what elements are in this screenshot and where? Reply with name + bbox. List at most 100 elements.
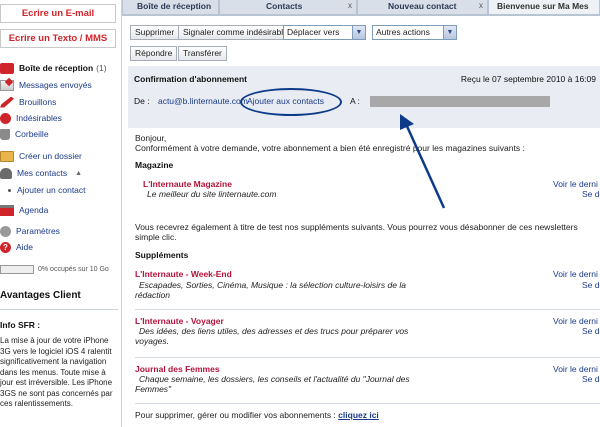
sidebar-item-label: Brouillons xyxy=(19,97,57,107)
quota-bar xyxy=(0,264,34,274)
select-value: Déplacer vers xyxy=(287,27,340,37)
redacted-recipient xyxy=(370,96,550,107)
message-toolbar: Supprimer Signaler comme indésirable Dép… xyxy=(122,16,600,44)
sidebar-item-label: Indésirables xyxy=(16,113,62,123)
sidebar-item-inbox[interactable]: Boîte de réception (1) xyxy=(0,61,120,75)
magazine-desc: Le meilleur du site linternaute.com xyxy=(147,189,277,199)
folder-icon xyxy=(0,150,14,162)
tab-label: Contacts xyxy=(266,1,303,11)
forward-button[interactable]: Transférer xyxy=(178,46,227,61)
sidebar-item-label: Créer un dossier xyxy=(19,151,82,161)
sidebar-item-label: Ajouter un contact xyxy=(17,185,86,195)
manage-text: Pour supprimer, gérer ou modifier vos ab… xyxy=(135,410,336,420)
advantages-title: Avantages Client xyxy=(0,290,81,301)
select-value: Autres actions xyxy=(376,27,430,37)
trash-icon xyxy=(0,128,10,140)
supplement-desc: voyages. xyxy=(135,336,170,346)
sidebar-item-sent[interactable]: Messages envoyés xyxy=(0,78,120,92)
sidebar-item-label: Aide xyxy=(16,242,34,252)
supplement-link[interactable]: L'Internaute - Voyager xyxy=(135,316,224,326)
unread-count: (1) xyxy=(96,63,107,73)
from-row: De : actu@b.linternaute.com xyxy=(134,96,248,106)
tab-welcome[interactable]: Bienvenue sur Ma Mes xyxy=(488,0,600,15)
from-address[interactable]: actu@b.linternaute.com xyxy=(158,96,248,106)
tab-label: Bienvenue sur Ma Mes xyxy=(497,1,589,11)
unsubscribe-link[interactable]: Se dé xyxy=(582,189,600,199)
message-subject: Confirmation d'abonnement xyxy=(134,74,247,84)
sent-icon xyxy=(0,79,14,91)
divider xyxy=(135,357,600,358)
unsubscribe-link[interactable]: Se dé xyxy=(582,280,600,290)
write-sms-button[interactable]: Ecrire un Texto / MMS xyxy=(0,29,116,48)
tab-bar: Boîte de réception Contacts x Nouveau co… xyxy=(122,0,600,16)
write-email-button[interactable]: Ecrire un E-mail xyxy=(0,4,116,23)
greeting: Bonjour, xyxy=(135,133,167,143)
sidebar-item-help[interactable]: ? Aide xyxy=(0,240,120,254)
help-icon: ? xyxy=(0,241,11,253)
test-text-line1: Vous recevrez également à titre de test … xyxy=(135,222,578,232)
from-label: De : xyxy=(134,96,150,106)
sidebar-item-agenda[interactable]: Agenda xyxy=(0,203,120,217)
supplement-desc: Chaque semaine, les dossiers, les consei… xyxy=(139,374,410,384)
reply-toolbar: Répondre Transférer xyxy=(122,44,600,62)
tab-new-contact[interactable]: Nouveau contact x xyxy=(357,0,488,15)
sidebar-item-contacts[interactable]: Mes contacts ▲ xyxy=(0,166,120,180)
contacts-icon xyxy=(0,167,12,179)
view-last-link[interactable]: Voir le derni xyxy=(553,269,598,279)
divider xyxy=(135,403,600,404)
tab-inbox[interactable]: Boîte de réception xyxy=(122,0,219,15)
agenda-icon xyxy=(0,204,14,216)
info-title: Info SFR : xyxy=(0,320,41,330)
chevron-up-icon[interactable]: ▲ xyxy=(75,170,82,177)
sidebar-item-drafts[interactable]: Brouillons xyxy=(0,95,120,109)
manage-link[interactable]: cliquez ici xyxy=(338,410,379,420)
divider xyxy=(0,309,118,310)
magazine-section-title: Magazine xyxy=(135,160,174,170)
supplement-desc: rédaction xyxy=(135,290,170,300)
supplement-link[interactable]: L'Internaute - Week-End xyxy=(135,269,232,279)
message-view: Supprimer Signaler comme indésirable Dép… xyxy=(122,16,600,427)
arrow-shaft xyxy=(404,123,446,209)
supplements-section-title: Suppléments xyxy=(135,250,189,260)
bullet-icon xyxy=(8,188,11,192)
tab-label: Nouveau contact xyxy=(388,1,457,11)
spam-icon xyxy=(0,112,11,124)
tab-contacts[interactable]: Contacts x xyxy=(219,0,357,15)
close-icon[interactable]: x xyxy=(348,0,352,12)
unsubscribe-link[interactable]: Se dé xyxy=(582,374,600,384)
supplement-desc: Femmes" xyxy=(135,384,172,394)
magazine-link[interactable]: L'Internaute Magazine xyxy=(143,179,232,189)
report-spam-button[interactable]: Signaler comme indésirable xyxy=(178,25,293,40)
drafts-icon xyxy=(0,96,14,108)
supplement-link[interactable]: Journal des Femmes xyxy=(135,364,220,374)
supplement-desc: Escapades, Sorties, Cinéma, Musique : la… xyxy=(139,280,406,290)
info-text: La mise à jour de votre iPhone 3G vers l… xyxy=(0,336,113,408)
sidebar-item-label: Messages envoyés xyxy=(19,80,92,90)
tab-label: Boîte de réception xyxy=(137,1,212,11)
sidebar-item-create-folder[interactable]: Créer un dossier xyxy=(0,149,120,163)
sidebar-item-settings[interactable]: Paramètres xyxy=(0,224,120,238)
sidebar-item-trash[interactable]: Corbeille xyxy=(0,127,120,141)
close-icon[interactable]: x xyxy=(479,0,483,12)
message-body: Bonjour, Conformément à votre demande, v… xyxy=(135,128,600,427)
inbox-icon xyxy=(0,62,14,74)
supplement-desc: Des idées, des liens utiles, des adresse… xyxy=(139,326,409,336)
view-last-link[interactable]: Voir le derni xyxy=(553,179,598,189)
unsubscribe-link[interactable]: Se dé xyxy=(582,326,600,336)
storage-quota: 0% occupés sur 10 Go xyxy=(0,262,118,276)
sidebar-item-label: Agenda xyxy=(19,205,49,215)
sidebar-item-spam[interactable]: Indésirables xyxy=(0,111,120,125)
sidebar-item-add-contact[interactable]: Ajouter un contact xyxy=(8,183,128,197)
divider xyxy=(135,309,600,310)
manage-subscriptions: Pour supprimer, gérer ou modifier vos ab… xyxy=(135,410,379,420)
move-to-select[interactable]: Déplacer vers ▼ xyxy=(283,25,366,40)
sidebar-item-label: Paramètres xyxy=(16,226,60,236)
settings-icon xyxy=(0,225,11,237)
delete-button[interactable]: Supprimer xyxy=(130,25,180,40)
view-last-link[interactable]: Voir le derni xyxy=(553,364,598,374)
view-last-link[interactable]: Voir le derni xyxy=(553,316,598,326)
reply-button[interactable]: Répondre xyxy=(130,46,178,61)
chevron-down-icon: ▼ xyxy=(443,26,456,39)
annotation-arrow xyxy=(400,114,446,209)
other-actions-select[interactable]: Autres actions ▼ xyxy=(372,25,457,40)
